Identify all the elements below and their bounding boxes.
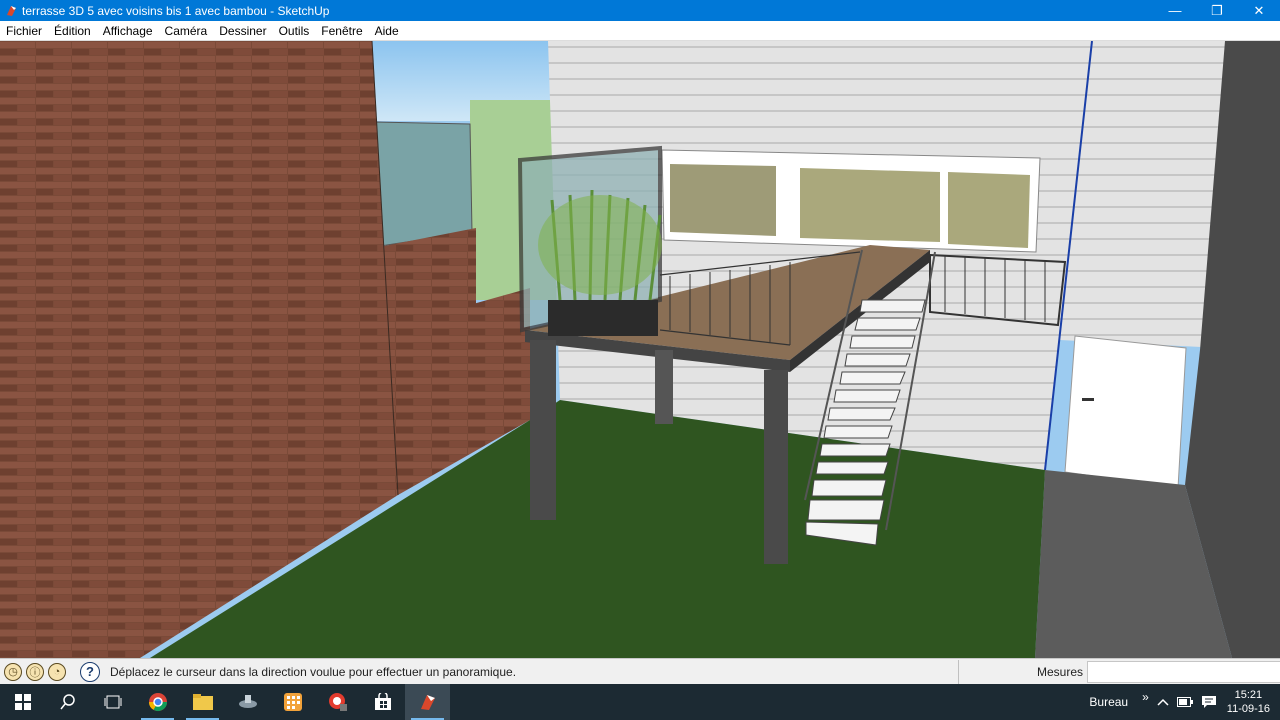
menu-affichage[interactable]: Affichage <box>97 21 159 41</box>
notifications-icon[interactable] <box>1201 695 1217 709</box>
minimize-button[interactable]: — <box>1154 0 1196 21</box>
help-icon[interactable]: ? <box>80 661 100 682</box>
search-button[interactable] <box>45 684 90 720</box>
apps-grid-icon <box>283 693 302 711</box>
store-bag-icon <box>374 693 391 710</box>
menu-bar: Fichier Édition Affichage Caméra Dessine… <box>0 21 1280 41</box>
sketchup-taskbar-button[interactable] <box>405 684 450 720</box>
menu-outils[interactable]: Outils <box>273 21 316 41</box>
chevron-up-icon[interactable] <box>1157 698 1169 706</box>
model-viewport[interactable] <box>0 41 1280 658</box>
measures-input[interactable] <box>1087 661 1280 683</box>
measures-label: Mesures <box>1036 665 1083 679</box>
window-title: terrasse 3D 5 avec voisins bis 1 avec ba… <box>22 3 330 18</box>
status-message: Déplacez le curseur dans la direction vo… <box>110 664 517 679</box>
scene-render <box>0 41 1280 658</box>
menu-camera[interactable]: Caméra <box>159 21 214 41</box>
sketchup-app-icon[interactable] <box>4 4 18 18</box>
start-button[interactable] <box>0 684 45 720</box>
app-taskbar-button[interactable] <box>225 684 270 720</box>
desktop-toolbar-label[interactable]: Bureau <box>1089 695 1128 709</box>
network-app-icon <box>238 695 257 708</box>
media-app-button[interactable] <box>315 684 360 720</box>
status-bar: ◷ ⓘ ◔ ? Déplacez le curseur dans la dire… <box>0 658 1280 684</box>
sketchup-icon <box>420 695 435 710</box>
file-explorer-button[interactable] <box>180 684 225 720</box>
system-tray: Bureau » 15:21 11-09-16 <box>1089 684 1280 720</box>
bureau-chevron-icon[interactable]: » <box>1142 690 1149 704</box>
task-view-icon <box>104 695 121 709</box>
credits-icon[interactable]: ⓘ <box>26 662 44 681</box>
chrome-taskbar-button[interactable] <box>135 684 180 720</box>
geo-location-icon[interactable]: ◷ <box>4 662 22 681</box>
windows-logo-icon <box>14 694 31 710</box>
close-button[interactable]: ✕ <box>1238 0 1280 21</box>
task-view-button[interactable] <box>90 684 135 720</box>
measurements-box: Mesures <box>958 659 1280 685</box>
battery-icon[interactable] <box>1176 697 1193 707</box>
menu-edition[interactable]: Édition <box>48 21 97 41</box>
apps-grid-button[interactable] <box>270 684 315 720</box>
clock[interactable]: 15:21 11-09-16 <box>1227 688 1270 716</box>
menu-dessiner[interactable]: Dessiner <box>213 21 272 41</box>
media-app-icon <box>328 693 347 711</box>
menu-fenetre[interactable]: Fenêtre <box>315 21 368 41</box>
clock-time: 15:21 <box>1234 689 1263 701</box>
chrome-icon <box>148 693 167 712</box>
store-button[interactable] <box>360 684 405 720</box>
menu-aide[interactable]: Aide <box>369 21 405 41</box>
folder-icon <box>192 694 213 710</box>
user-icon[interactable]: ◔ <box>48 662 66 681</box>
taskbar: Bureau » 15:21 11-09-16 <box>0 684 1280 720</box>
search-icon <box>59 694 75 710</box>
menu-fichier[interactable]: Fichier <box>0 21 48 41</box>
title-bar: terrasse 3D 5 avec voisins bis 1 avec ba… <box>0 0 1280 21</box>
maximize-button[interactable]: ❐ <box>1196 0 1238 21</box>
clock-date: 11-09-16 <box>1226 703 1270 715</box>
